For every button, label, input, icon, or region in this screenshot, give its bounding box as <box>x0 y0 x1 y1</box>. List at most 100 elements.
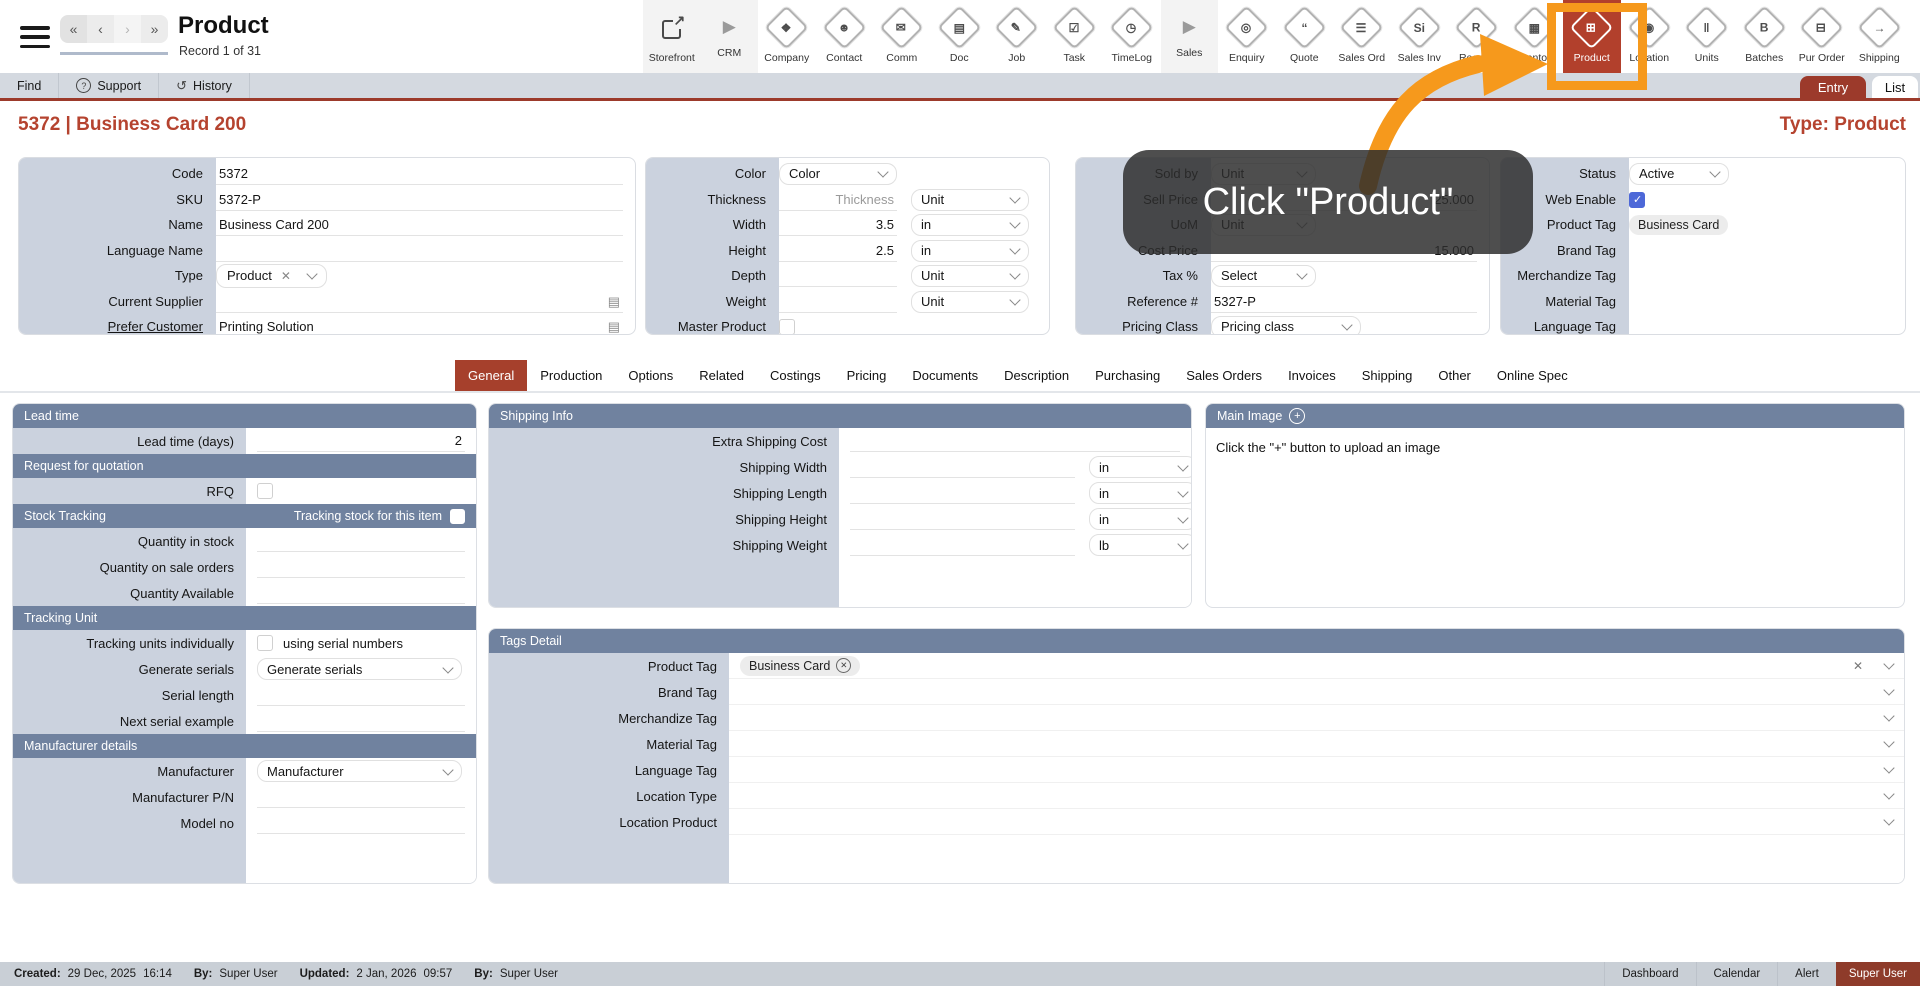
toolbar-item[interactable]: ✎ Job <box>988 0 1046 73</box>
list-tab[interactable]: List <box>1872 76 1918 98</box>
depth-unit-select[interactable]: Unit <box>911 265 1029 287</box>
toolbar-item[interactable]: “ Quote <box>1276 0 1334 73</box>
toolbar-item[interactable]: ☻ Contact <box>816 0 874 73</box>
toolbar-item[interactable]: ◷ TimeLog <box>1103 0 1161 73</box>
toolbar-item[interactable]: ⊞ Product <box>1563 0 1621 73</box>
toolbar-item[interactable]: ⊟ Pur Order <box>1793 0 1851 73</box>
model-input[interactable] <box>257 812 465 834</box>
lead-days-input[interactable]: 2 <box>257 430 465 452</box>
extra-cost-input[interactable] <box>850 430 1180 452</box>
footer-link[interactable]: Dashboard <box>1604 962 1695 986</box>
detail-tab[interactable]: Documents <box>899 360 991 391</box>
toolbar-item[interactable]: ‖ Units <box>1678 0 1736 73</box>
prev-record-button[interactable]: ‹ <box>87 15 114 43</box>
sku-input[interactable]: 5372-P <box>216 189 623 211</box>
product-tag-chip[interactable]: Business Card <box>1629 215 1728 235</box>
toolbar-item[interactable]: Si Sales Inv <box>1391 0 1449 73</box>
detail-tab[interactable]: Other <box>1425 360 1484 391</box>
chevron-down-icon[interactable] <box>1883 814 1894 825</box>
qty-avail-input[interactable] <box>257 582 465 604</box>
pricing-class-select[interactable]: Pricing class <box>1211 316 1361 336</box>
clear-row-icon[interactable]: ✕ <box>1853 659 1863 673</box>
code-input[interactable]: 5372 <box>216 163 623 185</box>
detail-tab[interactable]: General <box>455 360 527 391</box>
weight-unit-select[interactable]: Unit <box>911 291 1029 313</box>
add-image-icon[interactable]: + <box>1289 408 1305 424</box>
hamburger-menu-icon[interactable] <box>20 26 50 48</box>
secondary-bar-item[interactable]: Find <box>0 73 59 98</box>
toolbar-item[interactable]: ✉ Comm <box>873 0 931 73</box>
remove-tag-icon[interactable]: ✕ <box>836 658 851 673</box>
qty-stock-input[interactable] <box>257 530 465 552</box>
toolbar-item[interactable]: ▶ CRM <box>701 0 759 73</box>
name-input[interactable]: Business Card 200 <box>216 214 623 236</box>
detail-tab[interactable]: Purchasing <box>1082 360 1173 391</box>
prefer-customer-link[interactable]: Prefer Customer <box>19 319 216 334</box>
weight-input[interactable] <box>779 291 897 313</box>
prefer-customer-input[interactable]: Printing Solution▤ <box>216 316 623 336</box>
detail-tab[interactable]: Description <box>991 360 1082 391</box>
detail-tab[interactable]: Sales Orders <box>1173 360 1275 391</box>
language-name-input[interactable] <box>216 240 623 262</box>
toolbar-item[interactable]: ▶ Sales <box>1161 0 1219 73</box>
shipping-width-input[interactable] <box>850 456 1075 478</box>
detail-tab[interactable]: Invoices <box>1275 360 1349 391</box>
generate-serials-select[interactable]: Generate serials <box>257 658 462 680</box>
toolbar-item[interactable]: ❖ Company <box>758 0 816 73</box>
chevron-down-icon[interactable] <box>1883 658 1894 669</box>
tracking-stock-checkbox[interactable] <box>450 509 465 524</box>
width-unit-select[interactable]: in <box>911 214 1029 236</box>
footer-link[interactable]: Calendar <box>1696 962 1778 986</box>
height-input[interactable]: 2.5 <box>779 240 897 262</box>
toolbar-item[interactable]: R Receipt <box>1448 0 1506 73</box>
shipping-width-unit[interactable]: in <box>1089 456 1192 478</box>
detail-tab[interactable]: Related <box>686 360 757 391</box>
tag-chip[interactable]: Business Card✕ <box>740 656 860 676</box>
chevron-down-icon[interactable] <box>1883 684 1894 695</box>
qty-sale-input[interactable] <box>257 556 465 578</box>
toolbar-item[interactable]: ▦ Inventory <box>1506 0 1564 73</box>
current-supplier-input[interactable]: ▤ <box>216 291 623 313</box>
toolbar-item[interactable]: Storefront <box>643 0 701 73</box>
shipping-length-unit[interactable]: in <box>1089 482 1192 504</box>
detail-tab[interactable]: Pricing <box>834 360 900 391</box>
next-record-button[interactable]: › <box>114 15 141 43</box>
last-record-button[interactable]: » <box>141 15 168 43</box>
detail-tab[interactable]: Shipping <box>1349 360 1426 391</box>
toolbar-item[interactable]: ▤ Doc <box>931 0 989 73</box>
toolbar-item[interactable]: → Shipping <box>1851 0 1909 73</box>
mpn-input[interactable] <box>257 786 465 808</box>
thickness-unit-select[interactable]: Unit <box>911 189 1029 211</box>
entry-tab[interactable]: Entry <box>1800 76 1866 98</box>
chevron-down-icon[interactable] <box>1883 788 1894 799</box>
toolbar-item[interactable]: ☑ Task <box>1046 0 1104 73</box>
shipping-weight-input[interactable] <box>850 534 1075 556</box>
serial-length-input[interactable] <box>257 684 465 706</box>
current-user-button[interactable]: Super User <box>1836 962 1920 986</box>
secondary-bar-item[interactable]: ↺ History <box>159 73 250 98</box>
color-select[interactable]: Color <box>779 163 897 185</box>
master-product-checkbox[interactable] <box>779 319 795 335</box>
height-unit-select[interactable]: in <box>911 240 1029 262</box>
secondary-bar-item[interactable]: ? Support <box>59 73 159 98</box>
depth-input[interactable] <box>779 265 897 287</box>
chevron-down-icon[interactable] <box>1883 762 1894 773</box>
chevron-down-icon[interactable] <box>1883 710 1894 721</box>
toolbar-item[interactable]: ◉ Location <box>1621 0 1679 73</box>
reference-input[interactable]: 5327-P <box>1211 291 1477 313</box>
toolbar-item[interactable]: B Batches <box>1736 0 1794 73</box>
rfq-checkbox[interactable] <box>257 483 273 499</box>
lookup-icon[interactable]: ▤ <box>608 320 620 333</box>
toolbar-item[interactable]: ◎ Enquiry <box>1218 0 1276 73</box>
detail-tab[interactable]: Production <box>527 360 615 391</box>
detail-tab[interactable]: Online Spec <box>1484 360 1581 391</box>
clear-icon[interactable]: ✕ <box>281 269 291 283</box>
chevron-down-icon[interactable] <box>1883 736 1894 747</box>
detail-tab[interactable]: Costings <box>757 360 834 391</box>
tax-select[interactable]: Select <box>1211 265 1316 287</box>
lookup-icon[interactable]: ▤ <box>608 295 620 308</box>
thickness-input[interactable]: Thickness <box>779 189 897 211</box>
next-serial-input[interactable] <box>257 710 465 732</box>
serial-numbers-checkbox[interactable] <box>257 635 273 651</box>
width-input[interactable]: 3.5 <box>779 214 897 236</box>
